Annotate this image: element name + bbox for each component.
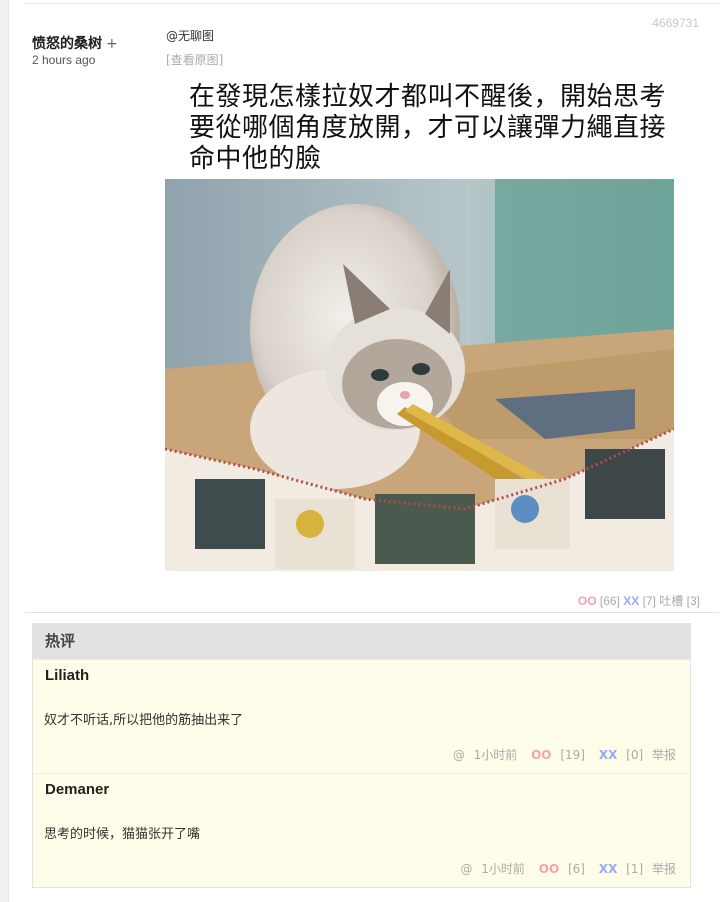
comment-text: 奴才不听话,所以把他的筋抽出来了 [44, 713, 244, 728]
oo-count: [6] [567, 862, 585, 876]
reply-at-button[interactable]: @ [460, 862, 472, 876]
comment-item: Liliath 奴才不听话,所以把他的筋抽出来了 @ 1小时前 OO [19] … [33, 659, 690, 773]
comment-author[interactable]: Liliath [45, 667, 89, 684]
post-container: 4669731 愤怒的桑树 + 2 hours ago @无聊图 [查看原图] 在… [8, 0, 727, 902]
comment-text: 思考的时候，猫猫张开了嘴 [44, 827, 201, 842]
comment-time: 1小时前 [473, 748, 518, 762]
tucao-count: [3] [686, 594, 700, 608]
hot-comments-title: 热评 [33, 623, 690, 659]
hot-comments-panel: 热评 Liliath 奴才不听话,所以把他的筋抽出来了 @ 1小时前 OO [1… [32, 623, 691, 888]
report-button[interactable]: 举报 [652, 748, 676, 762]
xx-button[interactable]: XX [599, 748, 618, 762]
comment-item: Demaner 思考的时候，猫猫张开了嘴 @ 1小时前 OO [6] XX [1… [33, 773, 690, 887]
oo-button[interactable]: OO [539, 862, 559, 876]
tucao-button[interactable]: 吐槽 [659, 594, 683, 608]
oo-button[interactable]: OO [578, 594, 597, 608]
comment-author[interactable]: Demaner [45, 781, 109, 798]
post-vote-bar: OO [66] XX [7] 吐槽 [3] [578, 592, 700, 609]
xx-button[interactable]: XX [623, 594, 639, 608]
view-original-link[interactable]: [查看原图] [166, 51, 223, 68]
report-button[interactable]: 举报 [652, 862, 676, 876]
post-id[interactable]: 4669731 [652, 16, 699, 30]
comment-meta: @ 1小时前 OO [6] XX [1] 举报 [455, 860, 676, 877]
oo-count: [66] [599, 594, 620, 608]
divider [25, 3, 719, 4]
xx-count: [7] [642, 594, 656, 608]
meme-caption: 在發現怎樣拉奴才都叫不醒後，開始思考要從哪個角度放開，才可以讓彈力繩直接命中他的… [189, 82, 667, 174]
follow-plus-button[interactable]: + [106, 36, 118, 52]
oo-button[interactable]: OO [531, 748, 551, 762]
post-time: 2 hours ago [32, 53, 96, 67]
author-name[interactable]: 愤怒的桑树 + [32, 33, 118, 53]
post-image[interactable] [165, 179, 674, 571]
xx-count: [1] [626, 862, 644, 876]
divider [25, 612, 719, 613]
reply-at-button[interactable]: @ [453, 748, 465, 762]
category-tag: @无聊图 [166, 29, 215, 43]
comment-meta: @ 1小时前 OO [19] XX [0] 举报 [448, 746, 676, 763]
xx-button[interactable]: XX [599, 862, 618, 876]
oo-count: [19] [560, 748, 585, 762]
xx-count: [0] [626, 748, 644, 762]
author-name-text[interactable]: 愤怒的桑树 [32, 36, 102, 52]
comment-time: 1小时前 [481, 862, 525, 876]
cat-photo-illustration [165, 179, 674, 571]
